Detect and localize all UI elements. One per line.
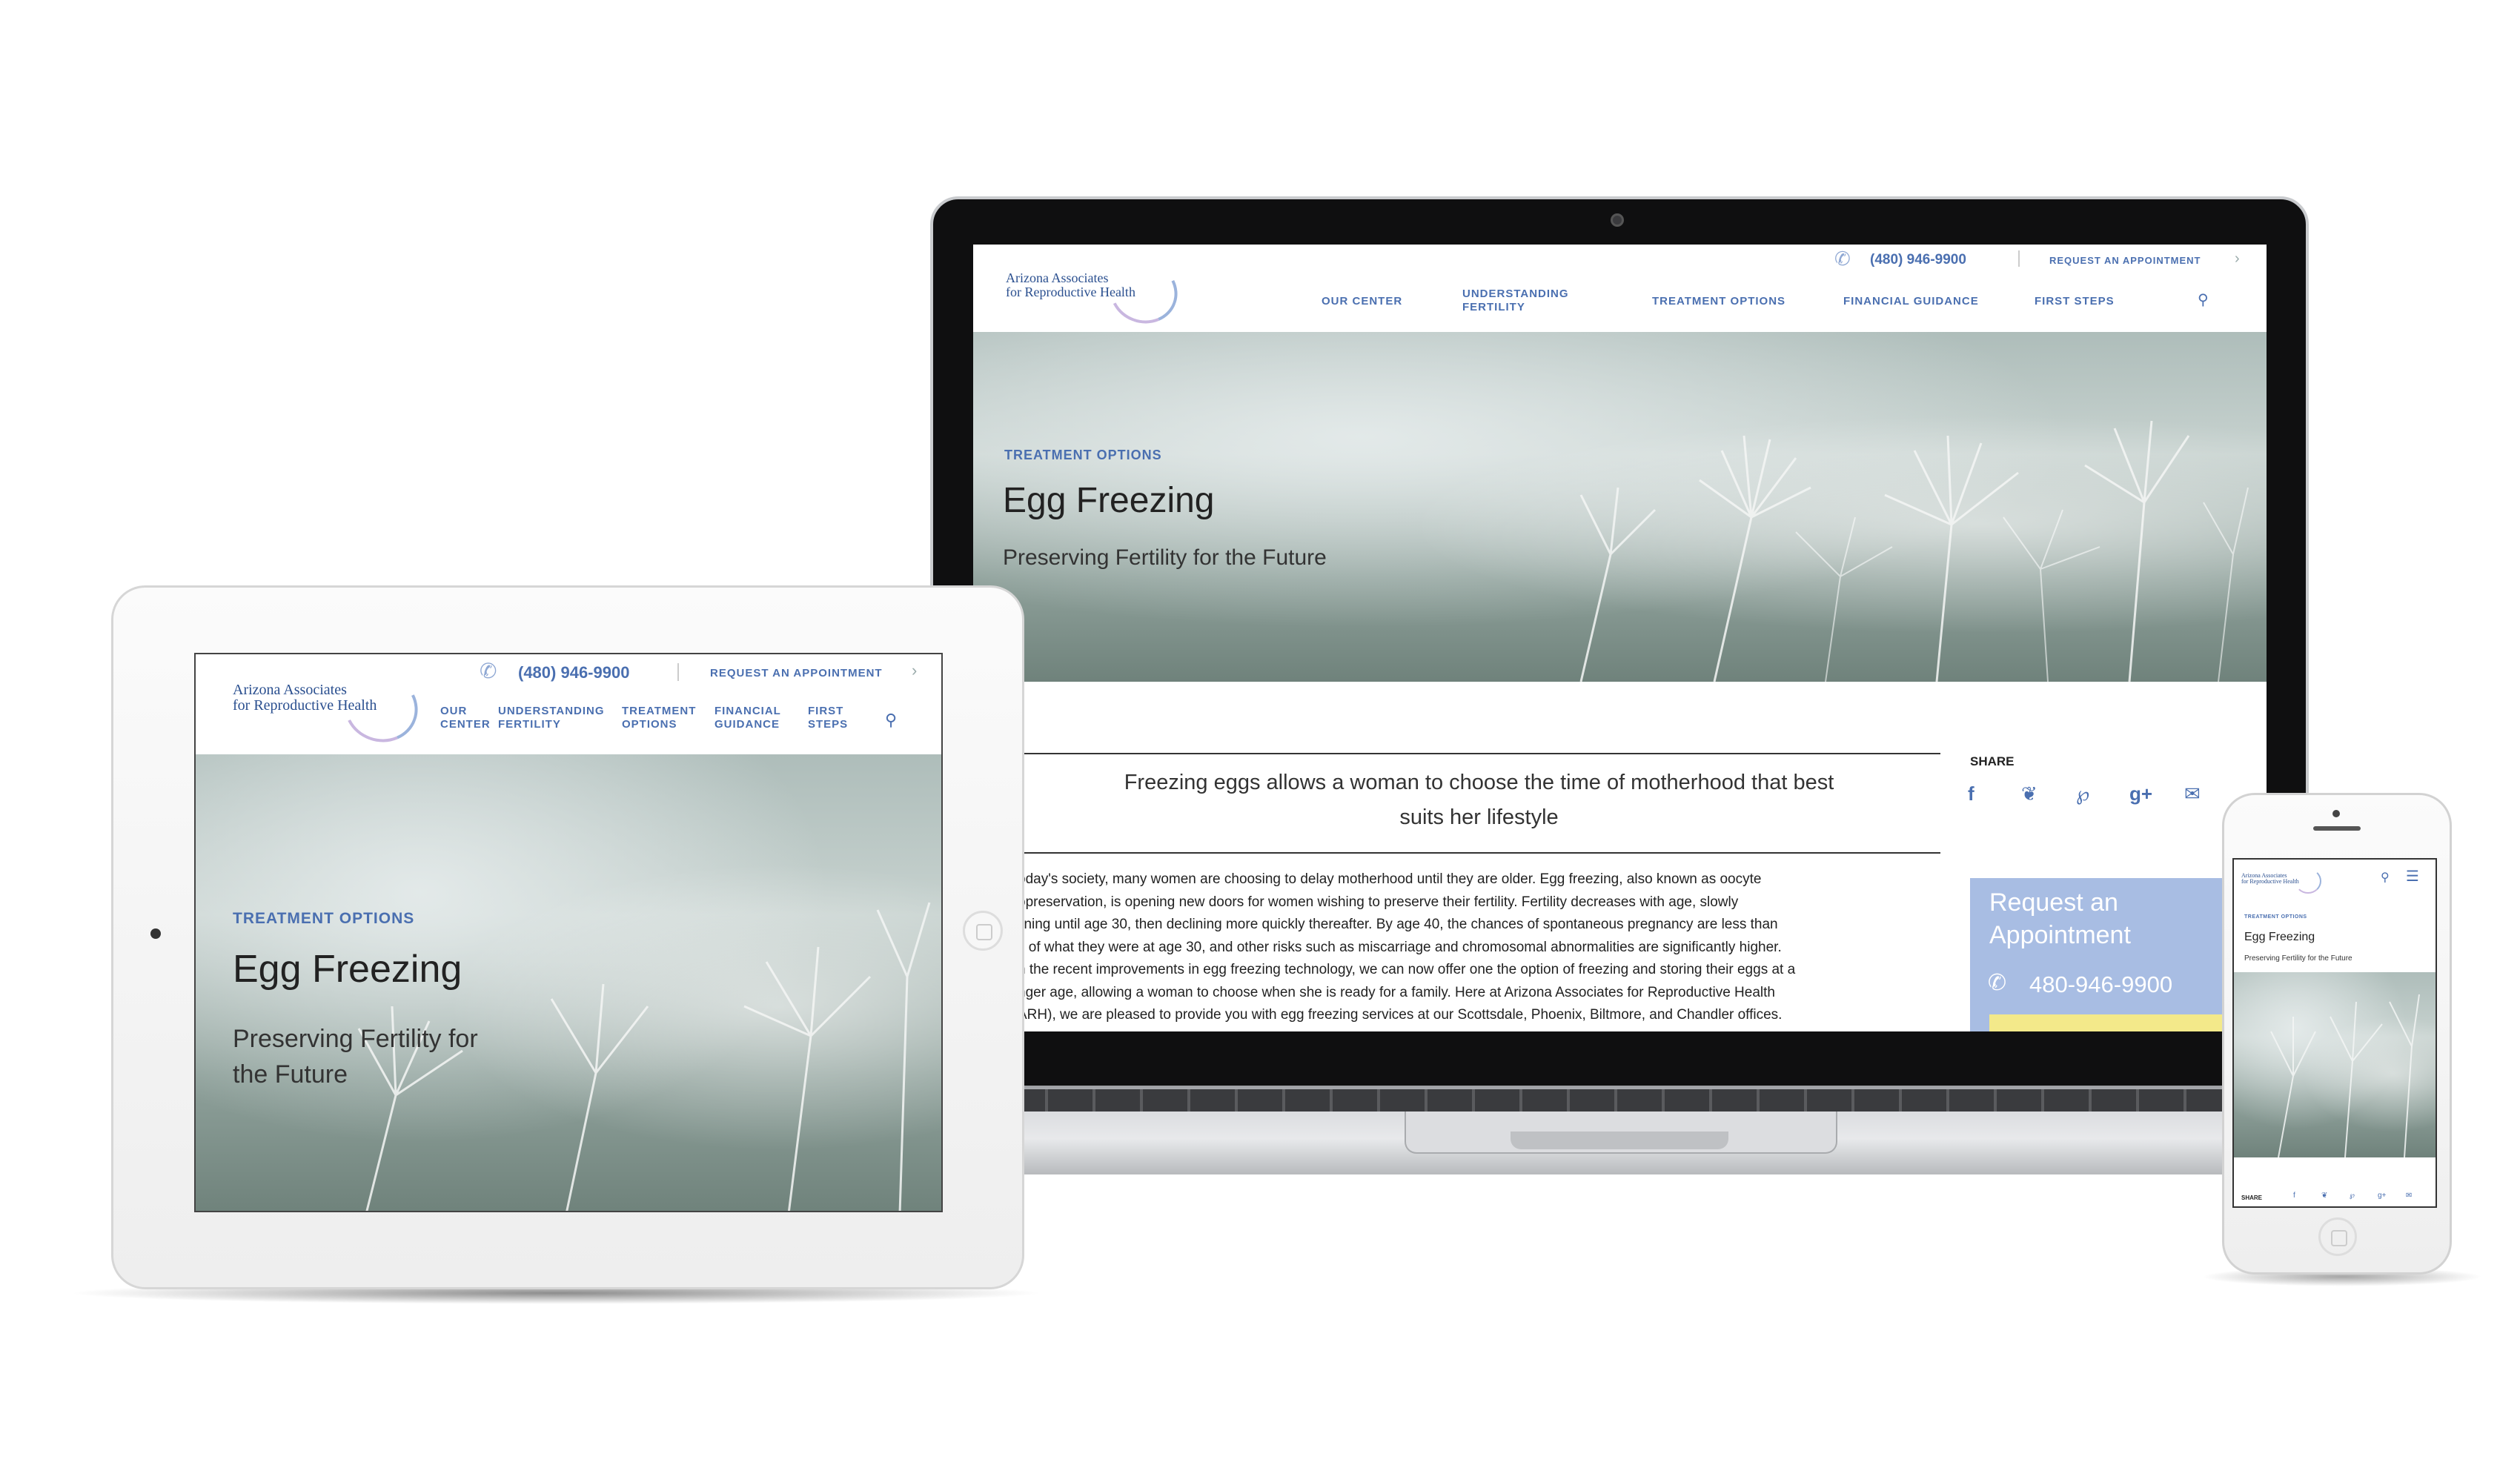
nav-our-center[interactable]: OUR CENTER	[1322, 295, 1402, 308]
logo-line2: for Reproductive Health	[233, 697, 377, 714]
search-icon[interactable]: ⚲	[885, 711, 897, 730]
logo-line1: Arizona Associates	[233, 682, 347, 698]
twitter-icon[interactable]: ❦	[2321, 1192, 2327, 1200]
logo-line2: for Reproductive Health	[2241, 878, 2299, 885]
phone-icon: ✆	[1988, 971, 2007, 995]
appointment-line1: Request an	[1989, 888, 2118, 917]
hero-title: Egg Freezing	[233, 948, 462, 991]
camera-icon	[1611, 213, 1624, 227]
article-line: s of what they were at age 30, and other…	[1018, 939, 1782, 955]
hero-image: TREATMENT OPTIONS Egg Freezing Preservin…	[973, 332, 2267, 682]
hero-title: Egg Freezing	[2244, 931, 2315, 943]
facebook-icon[interactable]: f	[2293, 1192, 2295, 1200]
tablet-screen: Arizona Associates for Reproductive Heal…	[194, 653, 943, 1212]
site-header: Arizona Associates for Reproductive Heal…	[2234, 860, 2436, 900]
logo-line2: for Reproductive Health	[1006, 284, 1135, 299]
mail-icon[interactable]: ✉	[2406, 1192, 2412, 1200]
pinterest-icon[interactable]: ℘	[2076, 782, 2089, 805]
google-plus-icon[interactable]: g+	[2129, 782, 2152, 805]
nav-understanding-fertility[interactable]: UNDERSTANDING FERTILITY	[498, 705, 605, 731]
phone-icon: ✆	[1834, 247, 1851, 270]
google-plus-icon[interactable]: g+	[2378, 1192, 2386, 1200]
chevron-right-icon: ›	[2235, 250, 2240, 267]
request-appointment-link[interactable]: REQUEST AN APPOINTMENT	[710, 667, 883, 679]
phone-screen: Arizona Associates for Reproductive Heal…	[2232, 858, 2437, 1208]
share-icons: f ❦ ℘ g+ ✉	[2293, 1192, 2434, 1202]
nav-first-steps[interactable]: FIRST STEPS	[2035, 295, 2115, 308]
home-button-icon[interactable]	[963, 911, 1003, 951]
article-line: opreservation, is opening new doors for …	[1018, 894, 1739, 910]
header-phone[interactable]: (480) 946-9900	[518, 663, 629, 682]
appointment-phone[interactable]: 480-946-9900	[2029, 971, 2172, 998]
pinterest-icon[interactable]: ℘	[2350, 1192, 2355, 1200]
logo[interactable]: Arizona Associates for Reproductive Heal…	[2241, 868, 2330, 894]
hero-eyebrow: TREATMENT OPTIONS	[2244, 914, 2307, 920]
site-header: Arizona Associates for Reproductive Heal…	[973, 245, 2267, 333]
logo[interactable]: Arizona Associates for Reproductive Heal…	[233, 662, 428, 753]
laptop-screen: Arizona Associates for Reproductive Heal…	[973, 245, 2267, 1031]
nav-our-center[interactable]: OUR CENTER	[440, 705, 491, 731]
phone-icon: ✆	[480, 659, 497, 682]
request-appointment-link[interactable]: REQUEST AN APPOINTMENT	[2049, 255, 2201, 266]
menu-icon[interactable]: ☰	[2406, 867, 2419, 885]
logo[interactable]: Arizona Associates for Reproductive Heal…	[1006, 250, 1198, 333]
article-line: lining until age 30, then declining more…	[1018, 917, 1778, 932]
nav-first-steps[interactable]: FIRST STEPS	[808, 705, 848, 731]
search-icon[interactable]: ⚲	[2381, 870, 2390, 885]
hero-eyebrow: TREATMENT OPTIONS	[1004, 448, 1162, 462]
header-divider	[677, 663, 679, 681]
article-line: ARH), we are pleased to provide you with…	[1018, 1007, 1783, 1023]
pull-quote: Freezing eggs allows a woman to choose t…	[1018, 753, 1940, 854]
home-button-icon[interactable]	[2318, 1217, 2357, 1256]
laptop-hinge-notch	[1511, 1132, 1728, 1149]
header-divider	[2018, 250, 2020, 267]
hero-image	[2234, 972, 2436, 1157]
pull-quote-line2: suits her lifestyle	[1399, 805, 1559, 829]
nav-financial-guidance[interactable]: FINANCIAL GUIDANCE	[714, 705, 781, 731]
article-line: h the recent improvements in egg freezin…	[1018, 962, 1796, 977]
share-label: SHARE	[1970, 754, 2015, 768]
article-line: nger age, allowing a woman to choose whe…	[1018, 984, 1775, 1000]
nav-treatment-options[interactable]: TREATMENT OPTIONS	[1652, 295, 1785, 308]
hero-title: Egg Freezing	[1003, 481, 1215, 520]
hero-eyebrow: TREATMENT OPTIONS	[233, 910, 415, 927]
hero-subtitle: Preserving Fertility for the Future	[2244, 954, 2352, 963]
header-phone[interactable]: (480) 946-9900	[1870, 252, 1966, 268]
site-header: Arizona Associates for Reproductive Heal…	[196, 654, 941, 754]
appointment-line2: Appointment	[1989, 921, 2131, 949]
phone-speaker	[2313, 826, 2361, 831]
nav-financial-guidance[interactable]: FINANCIAL GUIDANCE	[1843, 295, 1979, 308]
phone-camera-icon	[2332, 810, 2340, 817]
search-icon[interactable]: ⚲	[2198, 290, 2209, 309]
article-line: oday's society, many women are choosing …	[1018, 871, 1762, 887]
hero-subtitle: Preserving Fertility for the Future	[233, 1025, 478, 1089]
mail-icon[interactable]: ✉	[2184, 782, 2201, 805]
nav-understanding-fertility[interactable]: UNDERSTANDING FERTILITY	[1462, 288, 1569, 314]
twitter-icon[interactable]: ❦	[2021, 782, 2037, 805]
nav-treatment-options[interactable]: TREATMENT OPTIONS	[622, 705, 696, 731]
share-icons: f ❦ ℘ g+ ✉	[1968, 782, 2249, 812]
share-label: SHARE	[2241, 1194, 2263, 1201]
logo-line1: Arizona Associates	[1006, 270, 1109, 285]
pull-quote-line1: Freezing eggs allows a woman to choose t…	[1124, 771, 1834, 794]
tablet-camera-icon	[150, 928, 161, 939]
facebook-icon[interactable]: f	[1968, 782, 1974, 805]
article-body: oday's society, many women are choosing …	[1018, 868, 1952, 1027]
hero-subtitle: Preserving Fertility for the Future	[1003, 545, 1327, 570]
chevron-right-icon: ›	[912, 661, 918, 679]
laptop-keyboard	[1001, 1089, 2238, 1112]
hero-image: TREATMENT OPTIONS Egg Freezing Preservin…	[196, 754, 941, 1211]
